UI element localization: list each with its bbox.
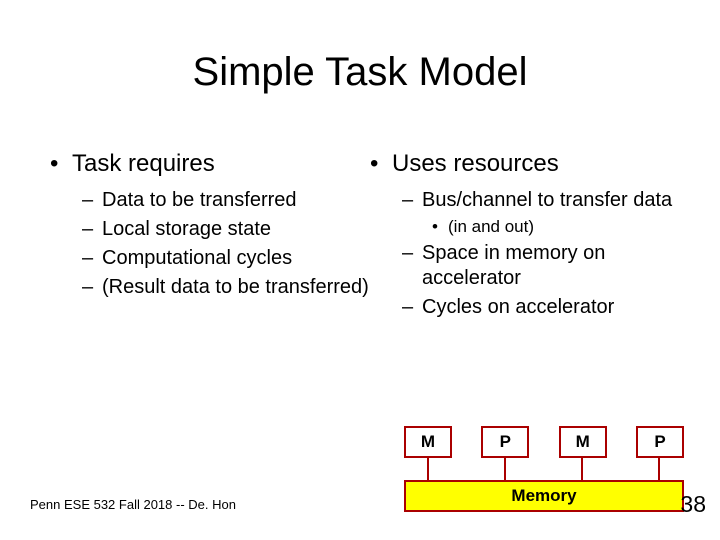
diagram-top-row: M P M P	[404, 426, 684, 458]
left-item: (Result data to be transferred)	[50, 275, 370, 300]
right-item: Space in memory on accelerator	[370, 241, 690, 291]
diagram-connectors	[404, 458, 684, 480]
right-column: Uses resources Bus/channel to transfer d…	[370, 150, 690, 324]
left-item: Local storage state	[50, 217, 370, 242]
page-number: 38	[680, 491, 706, 518]
footer-text: Penn ESE 532 Fall 2018 -- De. Hon	[30, 497, 236, 512]
diagram-memory-bar: Memory	[404, 480, 684, 512]
slide-title: Simple Task Model	[0, 50, 720, 95]
diagram-block-m: M	[404, 426, 452, 458]
memory-diagram: M P M P Memory	[404, 426, 684, 512]
slide: Simple Task Model Task requires Data to …	[0, 0, 720, 540]
diagram-block-p: P	[481, 426, 529, 458]
left-item: Computational cycles	[50, 246, 370, 271]
diagram-block-m: M	[559, 426, 607, 458]
diagram-block-p: P	[636, 426, 684, 458]
right-item: Cycles on accelerator	[370, 295, 690, 320]
right-subitem: (in and out)	[370, 217, 690, 237]
right-item: Bus/channel to transfer data	[370, 188, 690, 213]
left-item: Data to be transferred	[50, 188, 370, 213]
content-columns: Task requires Data to be transferred Loc…	[50, 150, 690, 324]
left-heading: Task requires	[50, 150, 370, 178]
left-column: Task requires Data to be transferred Loc…	[50, 150, 370, 324]
right-heading: Uses resources	[370, 150, 690, 178]
